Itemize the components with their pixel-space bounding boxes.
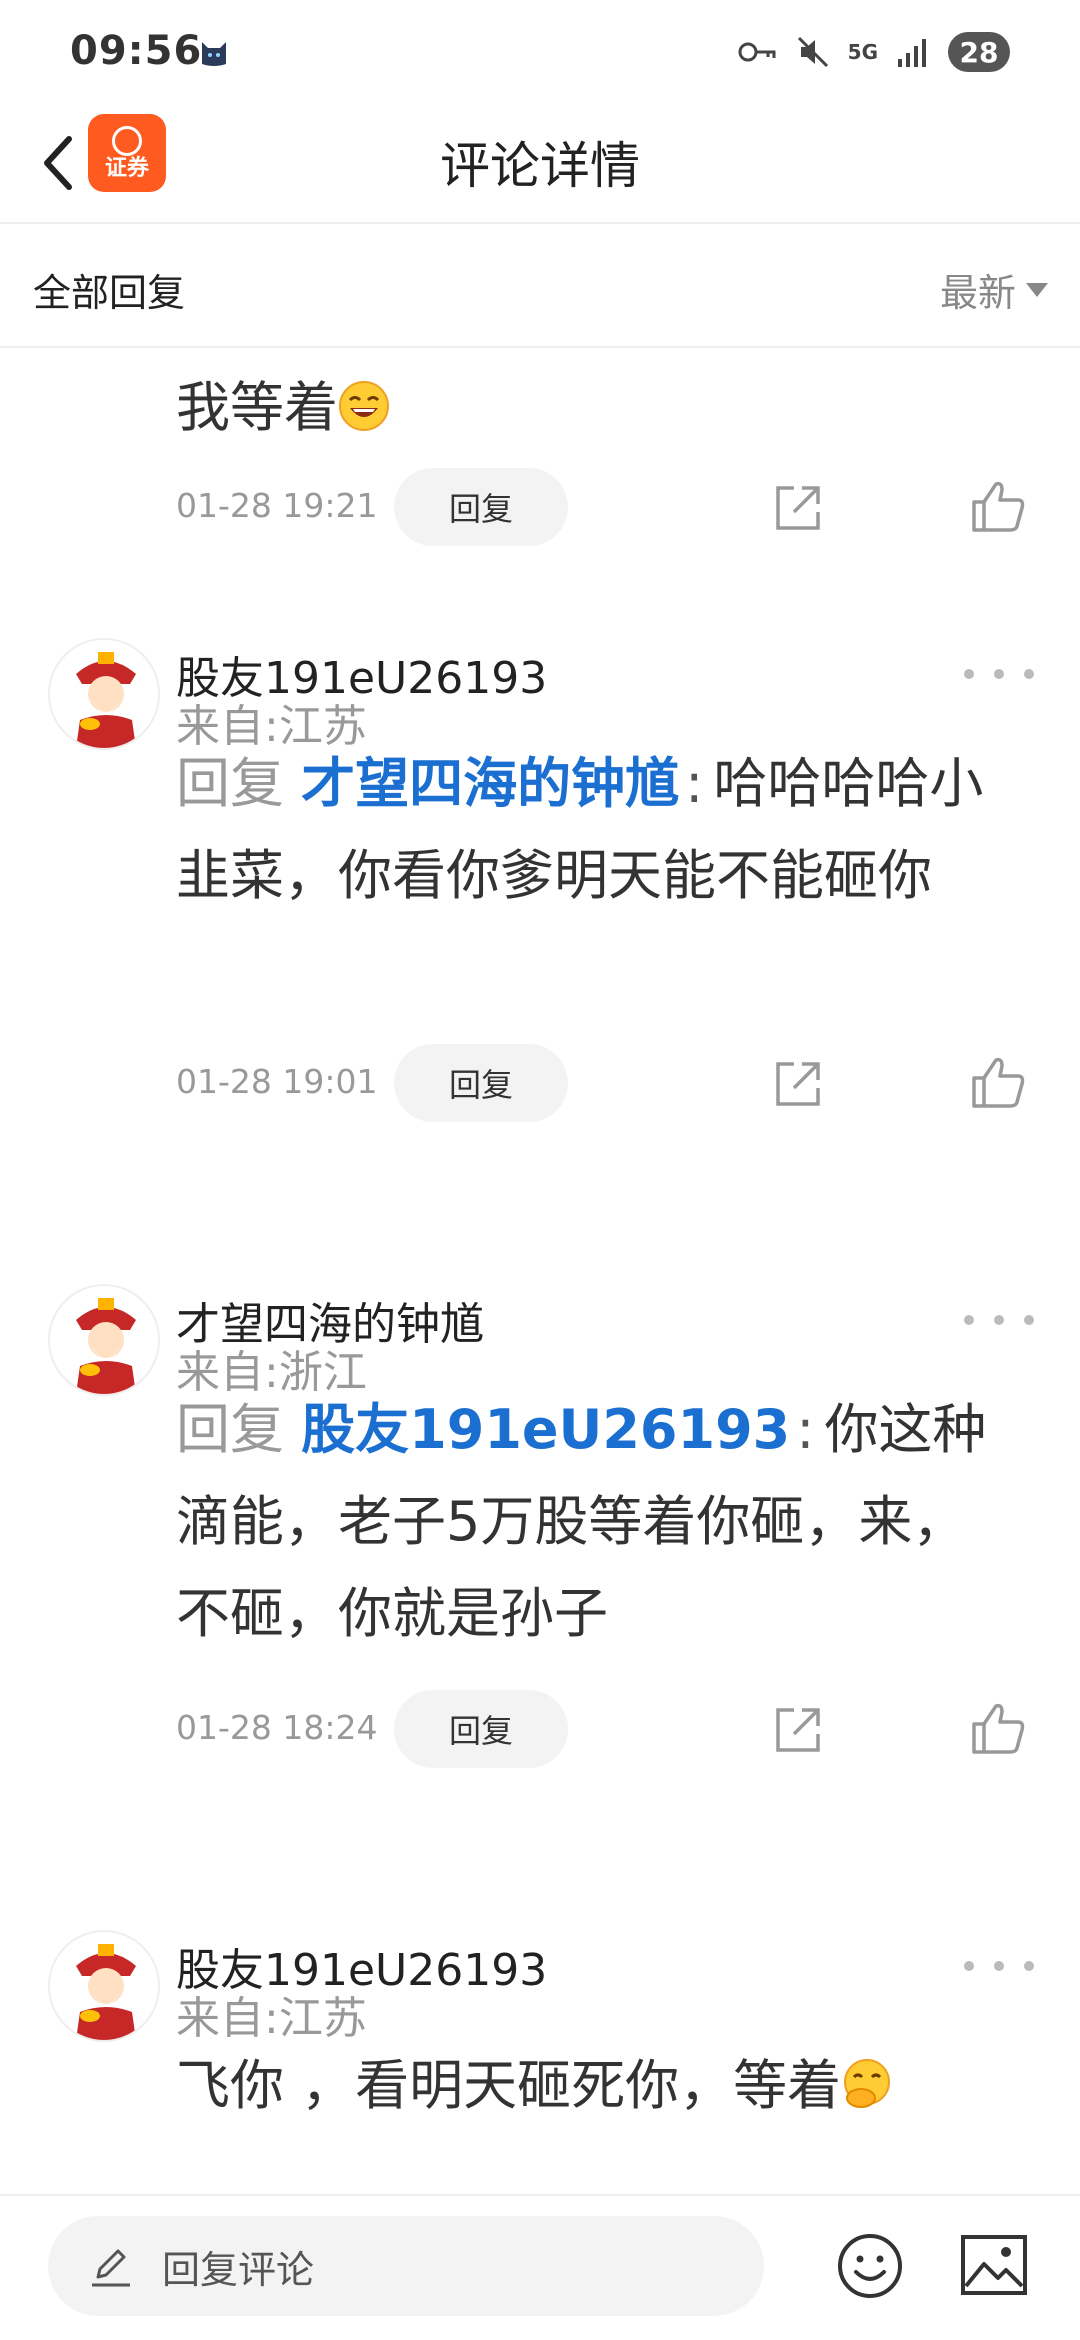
reply-comment-input[interactable]: 回复评论	[48, 2216, 764, 2316]
comment-item: 我等着 01-28 19:21 回复	[0, 348, 1080, 546]
all-replies-label: 全部回复	[33, 271, 186, 315]
status-time: 09:56	[70, 28, 203, 74]
share-icon[interactable]	[772, 1704, 824, 1756]
pencil-icon	[92, 2249, 130, 2287]
more-options-button[interactable]	[964, 1300, 1034, 1340]
bottom-bar: 回复评论	[0, 2194, 1080, 2340]
avatar[interactable]	[48, 1930, 160, 2042]
reply-input-placeholder: 回复评论	[162, 2247, 315, 2292]
comment-item: 股友191eU26193 来自:江苏 回复 才望四海的钟馗: 哈哈哈哈小韭菜，你看…	[0, 638, 1080, 1158]
comment-body: 回复 股友191eU26193: 你这种滴能，老子5万股等着你砸，来，不砸，你就是…	[176, 1384, 1016, 1660]
comment-body: 我等着	[176, 362, 1016, 454]
comment-meta: 01-28 18:24 回复	[176, 1690, 1036, 1770]
emoji-icon[interactable]	[836, 2232, 904, 2300]
header: 证券 评论详情	[0, 100, 1080, 224]
comment-time: 01-28 19:21	[176, 486, 378, 525]
cat-notification-icon	[202, 42, 226, 66]
comment-text: 飞你 ，看明天砸死你，等着	[176, 2054, 842, 2117]
comment-meta: 01-28 19:01 回复	[176, 1044, 1036, 1124]
reply-prefix: 回复	[176, 752, 284, 815]
status-bar: 09:56 5G 28	[0, 0, 1080, 100]
filter-bar: 全部回复 最新	[0, 224, 1080, 348]
comment-time: 01-28 18:24	[176, 1708, 378, 1747]
god-of-wealth-avatar-icon	[50, 1932, 158, 2040]
share-icon[interactable]	[772, 482, 824, 534]
comment-meta: 01-28 19:21 回复	[176, 468, 1036, 548]
laughing-emoji-icon	[339, 381, 389, 431]
comment-body: 飞你 ，看明天砸死你，等着	[176, 2040, 1016, 2132]
sort-value: 最新	[939, 271, 1016, 315]
reply-button[interactable]: 回复	[394, 468, 568, 546]
comment-body: 回复 才望四海的钟馗: 哈哈哈哈小韭菜，你看你爹明天能不能砸你	[176, 738, 1016, 922]
thumbs-up-icon[interactable]	[970, 1700, 1026, 1756]
god-of-wealth-avatar-icon	[50, 640, 158, 748]
colon: :	[685, 752, 704, 815]
page-title: 评论详情	[440, 137, 640, 195]
more-options-button[interactable]	[964, 654, 1034, 694]
comment-list[interactable]: 我等着 01-28 19:21 回复 股友191eU26193 来自:江苏 回复…	[0, 348, 1080, 2194]
caret-down-icon	[1026, 282, 1048, 297]
signal-icon	[898, 39, 926, 67]
status-icons: 5G 28	[738, 30, 1010, 74]
reply-button[interactable]: 回复	[394, 1690, 568, 1768]
hand-over-mouth-emoji-icon	[844, 2059, 891, 2108]
more-options-button[interactable]	[964, 1946, 1034, 1986]
comment-item: 才望四海的钟馗 来自:浙江 回复 股友191eU26193: 你这种滴能，老子5万…	[0, 1284, 1080, 1804]
god-of-wealth-avatar-icon	[50, 1286, 158, 1394]
avatar[interactable]	[48, 638, 160, 750]
avatar[interactable]	[48, 1284, 160, 1396]
key-icon	[738, 42, 776, 62]
mute-icon	[797, 36, 828, 68]
comment-time: 01-28 19:01	[176, 1062, 378, 1101]
mention-link[interactable]: 才望四海的钟馗	[301, 752, 679, 815]
network-type: 5G	[847, 40, 878, 64]
thumbs-up-icon[interactable]	[970, 478, 1026, 534]
battery-indicator: 28	[948, 32, 1010, 72]
mention-link[interactable]: 股友191eU26193	[301, 1398, 790, 1461]
sort-dropdown[interactable]: 最新	[940, 262, 1048, 317]
location: 来自:江苏	[176, 1993, 367, 2044]
comment-text: 我等着	[176, 376, 338, 439]
reply-prefix: 回复	[176, 1398, 284, 1461]
colon: :	[796, 1398, 815, 1461]
comment-item: 股友191eU26193 来自:江苏 飞你 ，看明天砸死你，等着	[0, 1930, 1080, 2194]
thumbs-up-icon[interactable]	[970, 1054, 1026, 1110]
image-icon[interactable]	[960, 2234, 1028, 2296]
share-icon[interactable]	[772, 1058, 824, 1110]
reply-button[interactable]: 回复	[394, 1044, 568, 1122]
